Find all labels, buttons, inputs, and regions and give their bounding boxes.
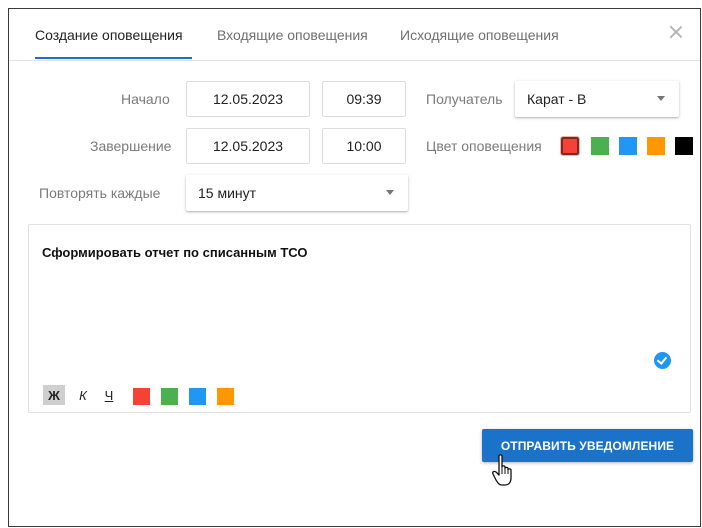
italic-button[interactable]: К xyxy=(75,385,91,405)
end-date-input[interactable]: 12.05.2023 xyxy=(186,128,310,164)
start-date-input[interactable]: 12.05.2023 xyxy=(186,81,310,117)
check-circle-icon[interactable] xyxy=(654,352,671,369)
color-swatch-blue[interactable] xyxy=(619,137,637,155)
color-label: Цвет оповещения xyxy=(426,138,542,154)
hand-cursor-icon xyxy=(492,454,512,486)
color-swatch-orange[interactable] xyxy=(647,137,665,155)
color-swatch-black[interactable] xyxy=(675,137,693,155)
active-tab-indicator xyxy=(35,57,192,59)
underline-button[interactable]: Ч xyxy=(101,385,117,405)
text-color-green[interactable] xyxy=(161,388,178,405)
tab-create[interactable]: Создание оповещения xyxy=(35,27,183,43)
recipient-label: Получатель xyxy=(426,91,503,107)
end-time-input[interactable]: 10:00 xyxy=(322,128,406,164)
repeat-value: 15 минут xyxy=(198,185,257,201)
chevron-down-icon xyxy=(657,96,665,101)
message-text[interactable]: Сформировать отчет по списанным ТСО xyxy=(42,245,307,260)
recipient-value: Карат - В xyxy=(527,91,587,107)
color-swatch-green[interactable] xyxy=(591,137,609,155)
close-icon[interactable] xyxy=(666,22,686,42)
start-time-input[interactable]: 09:39 xyxy=(322,81,406,117)
color-swatch-red[interactable] xyxy=(560,136,580,156)
end-label: Завершение xyxy=(90,138,172,154)
message-editor[interactable]: Сформировать отчет по списанным ТСО Ж К … xyxy=(28,224,691,413)
notification-dialog: Создание оповещения Входящие оповещения … xyxy=(8,8,701,527)
tab-outgoing[interactable]: Исходящие оповещения xyxy=(400,27,559,43)
repeat-label: Повторять каждые xyxy=(39,185,161,201)
start-label: Начало xyxy=(121,91,170,107)
bold-button[interactable]: Ж xyxy=(43,385,65,405)
text-color-red[interactable] xyxy=(133,388,150,405)
text-color-blue[interactable] xyxy=(189,388,206,405)
repeat-select[interactable]: 15 минут xyxy=(186,175,408,211)
recipient-select[interactable]: Карат - В xyxy=(515,81,679,117)
tab-incoming[interactable]: Входящие оповещения xyxy=(217,27,368,43)
text-color-orange[interactable] xyxy=(217,388,234,405)
tab-bar: Создание оповещения Входящие оповещения … xyxy=(9,9,700,61)
chevron-down-icon xyxy=(386,190,394,195)
